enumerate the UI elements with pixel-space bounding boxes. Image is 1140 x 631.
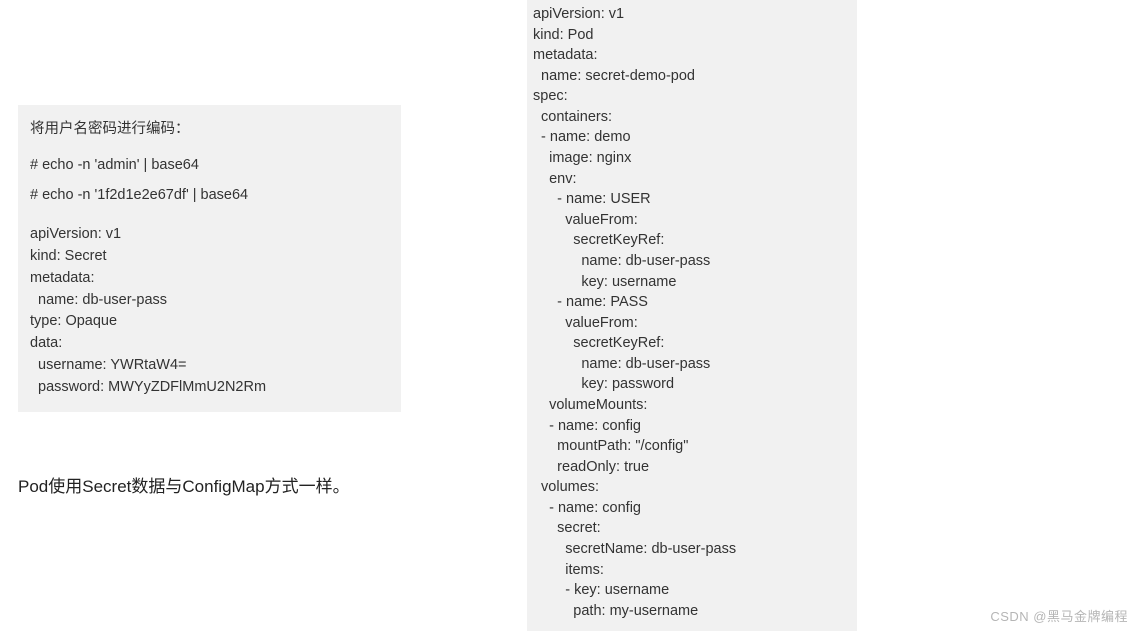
usage-note: Pod使用Secret数据与ConfigMap方式一样。 [18,472,350,497]
pod-yaml: apiVersion: v1 kind: Pod metadata: name:… [533,4,851,621]
secret-encode-box: 将用户名密码进行编码： # echo -n 'admin' | base64 #… [18,105,401,412]
secret-yaml: apiVersion: v1 kind: Secret metadata: na… [30,224,389,398]
right-code-block: apiVersion: v1 kind: Pod metadata: name:… [527,0,857,631]
encode-heading: 将用户名密码进行编码： [30,119,389,141]
left-code-block: 将用户名密码进行编码： # echo -n 'admin' | base64 #… [18,105,401,412]
encode-cmd-1: # echo -n 'admin' | base64 [30,155,389,177]
watermark-text: CSDN @黑马金牌编程 [990,606,1128,625]
encode-cmd-2: # echo -n '1f2d1e2e67df' | base64 [30,185,389,207]
